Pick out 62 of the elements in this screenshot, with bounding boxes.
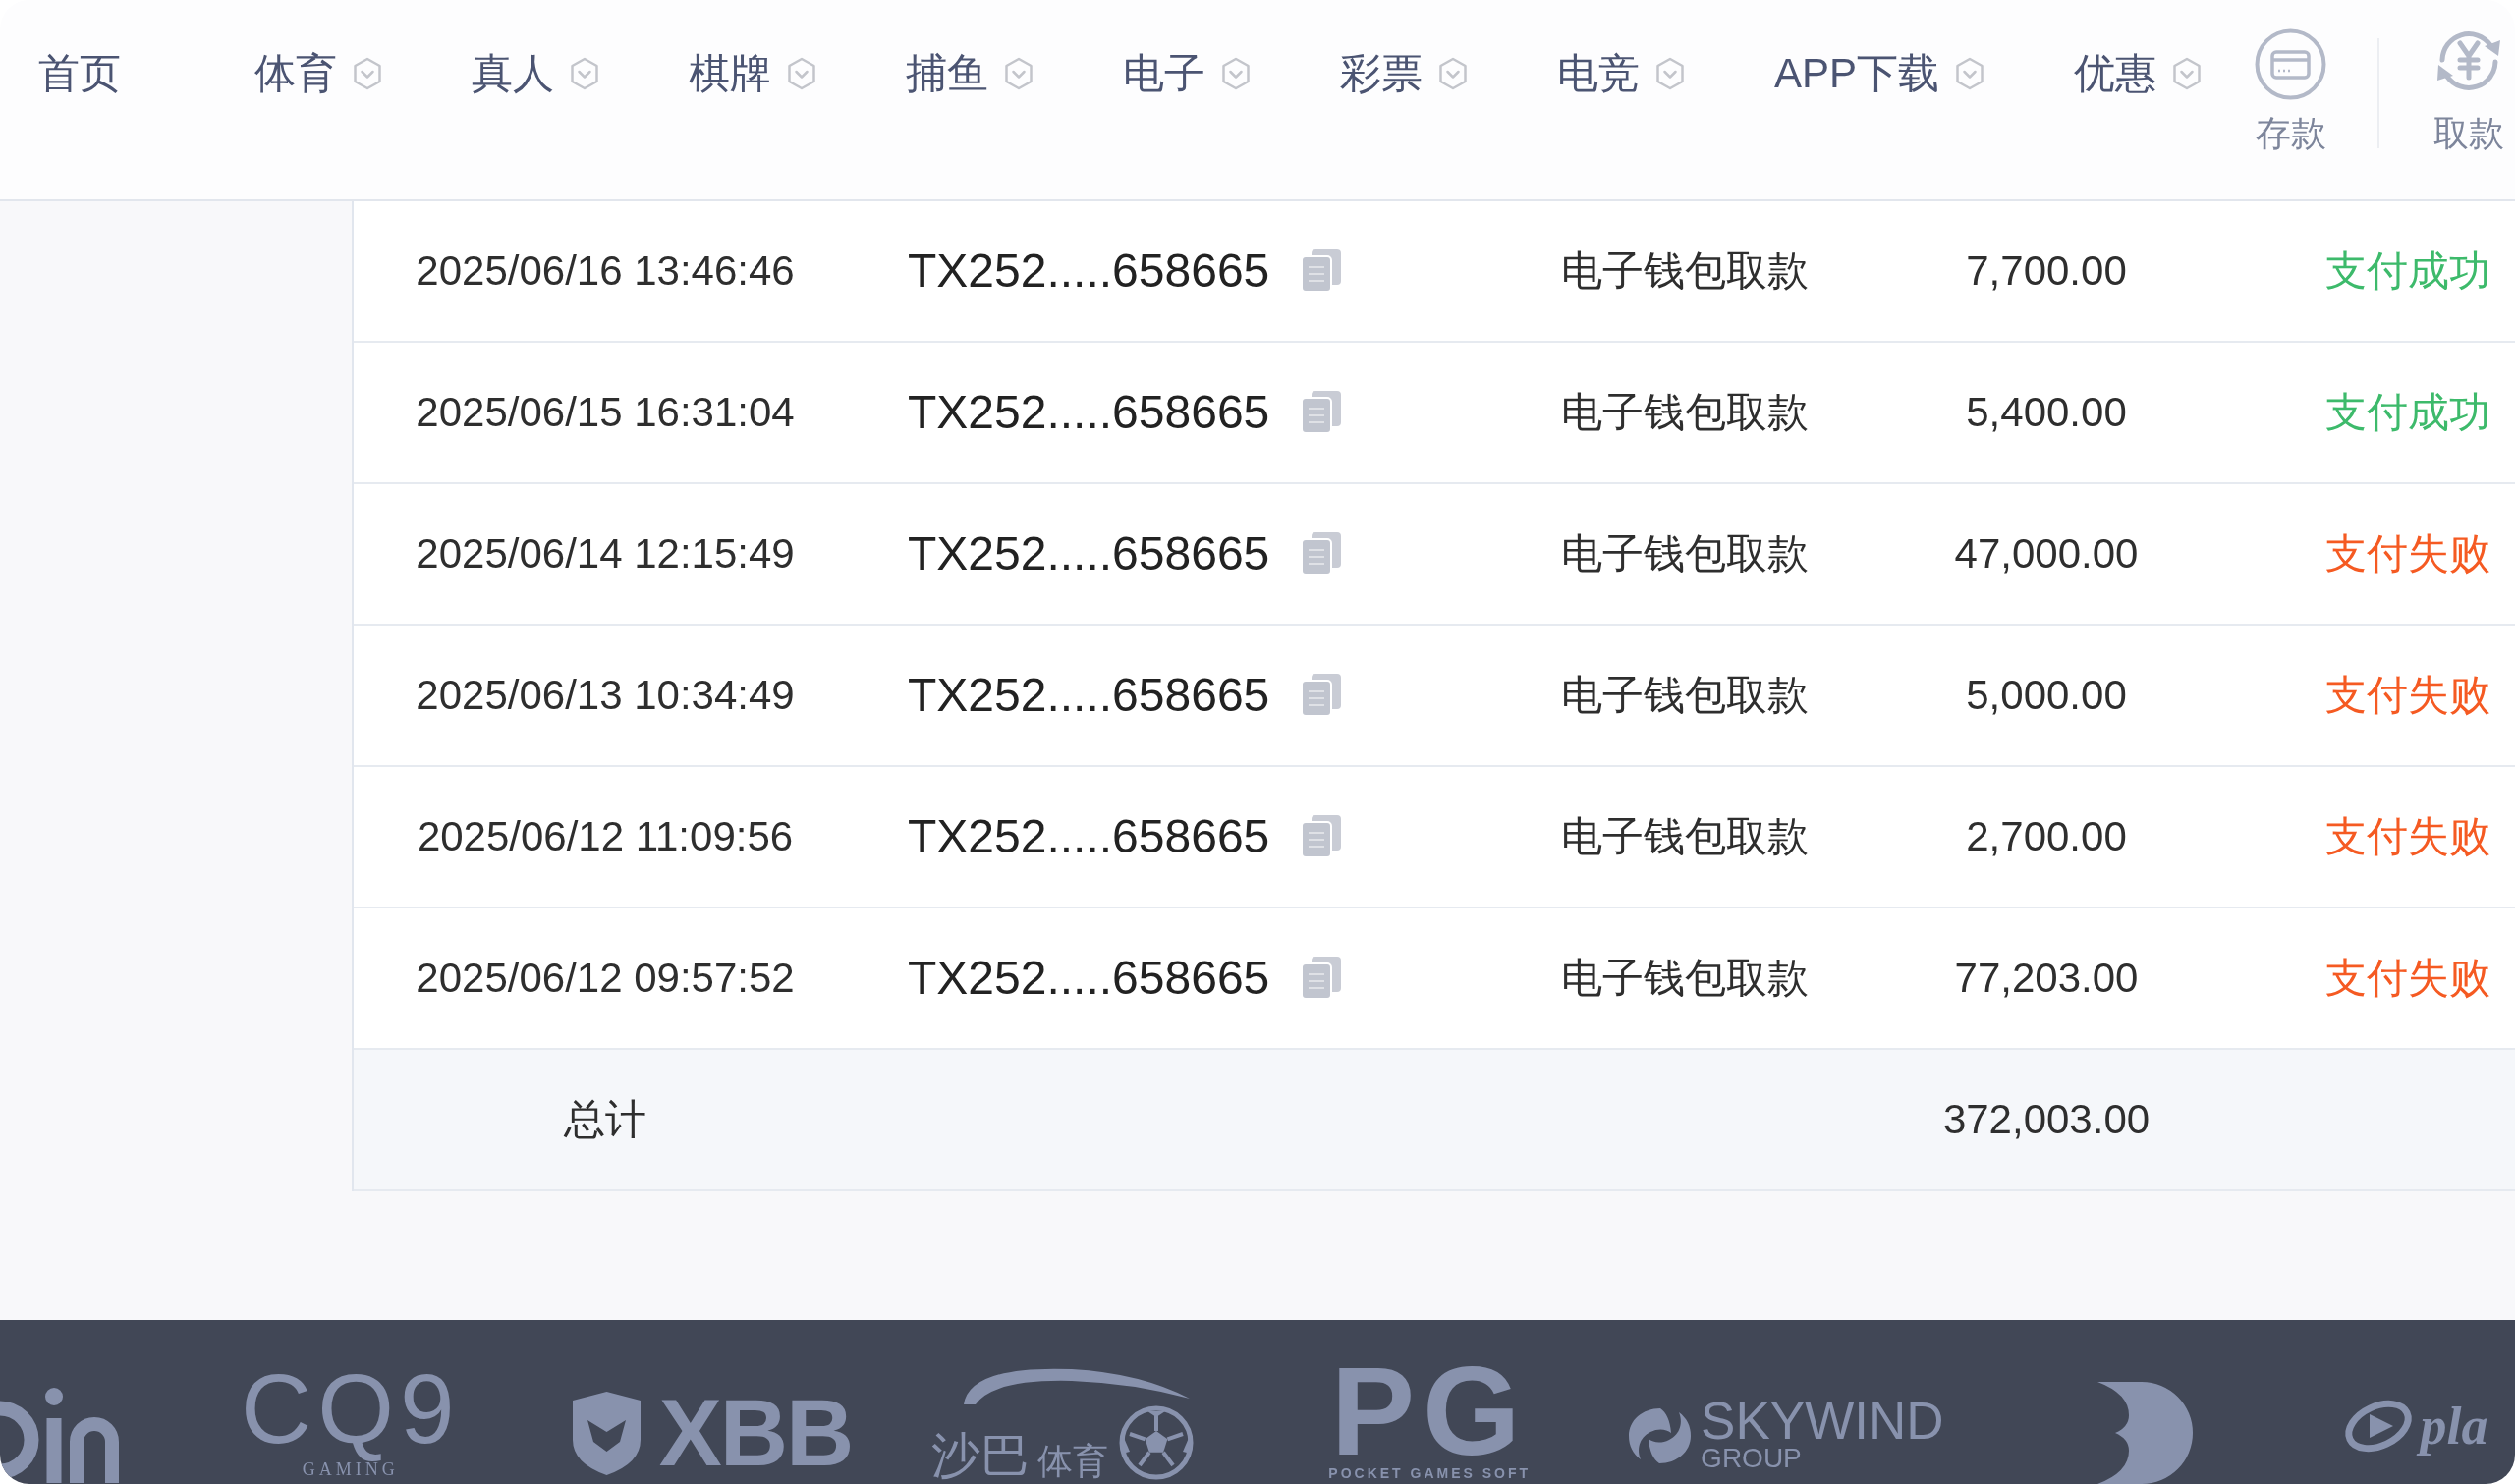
transaction-type: 电子钱包取款: [1561, 675, 1809, 716]
logo-text: SKYWIND: [1701, 1399, 1944, 1444]
logo-text: XBB: [658, 1391, 853, 1475]
amount: 77,203.00: [1954, 958, 2139, 999]
total-label: 总计: [564, 1099, 646, 1140]
amount: 5,400.00: [1966, 392, 2127, 433]
transaction-time: 2025/06/14 12:15:49: [416, 533, 795, 575]
nav-link[interactable]: 电竞: [1557, 53, 1685, 94]
total-amount: 372,003.00: [1942, 1099, 2151, 1140]
card-icon: [2255, 28, 2327, 100]
amount: 7,700.00: [1966, 250, 2127, 292]
order-id: TX252.....658665: [908, 672, 1270, 719]
transaction-type: 电子钱包取款: [1561, 816, 1809, 857]
order-id: TX252.....658665: [908, 813, 1270, 860]
transaction-time: 2025/06/13 10:34:49: [416, 675, 795, 716]
amount: 47,000.00: [1954, 533, 2139, 575]
copy-icon[interactable]: [1301, 532, 1342, 576]
transaction-time: 2025/06/12 09:57:52: [416, 958, 795, 999]
transaction-time: 2025/06/16 13:46:46: [416, 250, 795, 292]
logo-text: PG: [1330, 1357, 1529, 1465]
copy-icon[interactable]: [1301, 391, 1342, 434]
transaction-time: 2025/06/15 16:31:04: [416, 392, 795, 433]
deposit-button[interactable]: 存款: [2255, 28, 2327, 151]
letter-mark-icon: [0, 1387, 120, 1483]
swirl-logo-icon: [1627, 1406, 1694, 1465]
soccer-ball-icon: [1118, 1404, 1196, 1481]
logo-subtext: 体育: [1037, 1442, 1109, 1481]
transaction-type: 电子钱包取款: [1561, 958, 1809, 999]
nav-link[interactable]: 优惠: [2074, 53, 2203, 94]
nav-link[interactable]: 体育: [254, 53, 382, 94]
payment-status: 支付成功: [2325, 250, 2490, 292]
copy-icon[interactable]: [1301, 815, 1342, 858]
nav-link[interactable]: 捕鱼: [906, 53, 1034, 94]
arc-logo-icon: [2097, 1382, 2194, 1484]
logo-subtext: GROUP: [1701, 1444, 1803, 1473]
copy-icon[interactable]: [1301, 674, 1342, 717]
transaction-type: 电子钱包取款: [1561, 533, 1809, 575]
payment-status: 支付失败: [2325, 533, 2490, 575]
nav-link[interactable]: 首页: [38, 53, 121, 94]
transaction-type: 电子钱包取款: [1561, 392, 1809, 433]
logo-subtext: POCKET GAMES SOFT: [1328, 1465, 1532, 1481]
order-id: TX252.....658665: [908, 530, 1270, 577]
nav-link[interactable]: APP下载: [1774, 53, 1985, 94]
amount: 2,700.00: [1966, 816, 2127, 857]
order-id: TX252.....658665: [908, 247, 1270, 295]
payment-status: 支付失败: [2325, 816, 2490, 857]
order-id: TX252.....658665: [908, 955, 1270, 1002]
nav-link[interactable]: 彩票: [1340, 53, 1468, 94]
order-id: TX252.....658665: [908, 389, 1270, 436]
copy-icon[interactable]: [1301, 249, 1342, 293]
copy-icon[interactable]: [1301, 957, 1342, 1000]
nav-link[interactable]: 电子: [1123, 53, 1251, 94]
nav-link[interactable]: 棋牌: [689, 53, 816, 94]
transaction-time: 2025/06/12 11:09:56: [417, 816, 794, 857]
payment-status: 支付成功: [2325, 392, 2490, 433]
payment-status: 支付失败: [2325, 958, 2490, 999]
amount: 5,000.00: [1966, 675, 2127, 716]
nav-link[interactable]: 真人: [472, 53, 599, 94]
payment-status: 支付失败: [2325, 675, 2490, 716]
transaction-type: 电子钱包取款: [1561, 250, 1809, 292]
logo-text: 沙巴: [931, 1430, 1031, 1481]
withdraw-button[interactable]: 取款: [2433, 28, 2505, 151]
